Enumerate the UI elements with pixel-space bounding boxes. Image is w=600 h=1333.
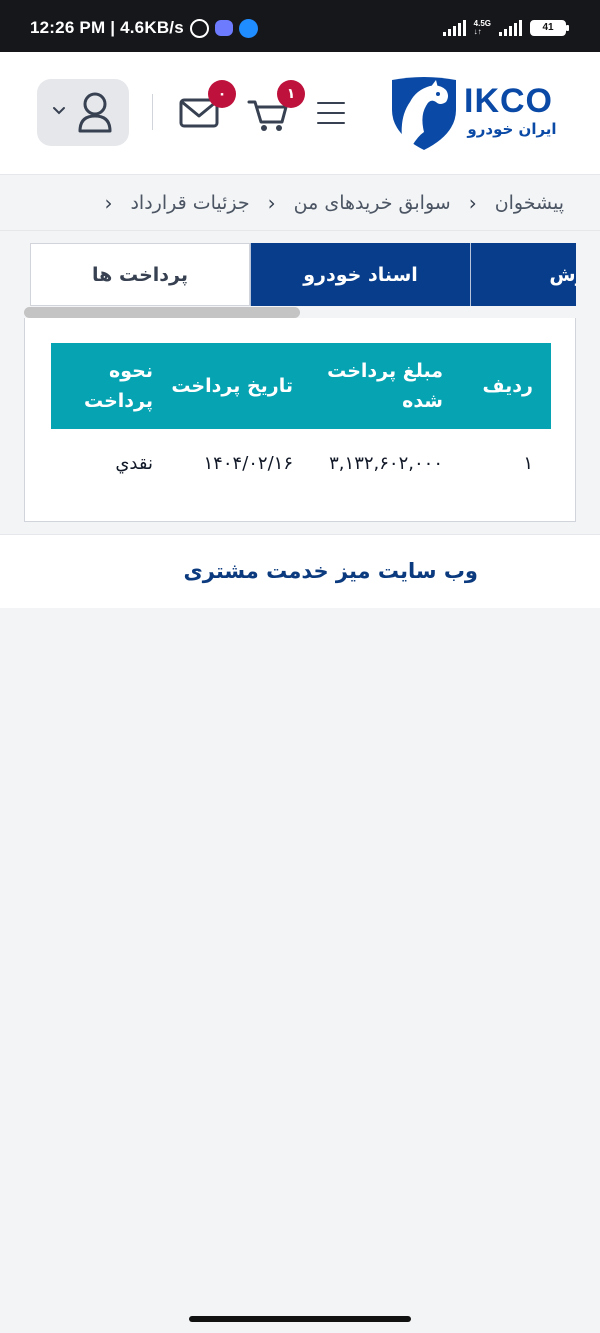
tabs-container: فروش اسناد خودرو پرداخت ها — [24, 243, 576, 307]
tab-sales[interactable]: فروش — [470, 243, 576, 306]
cell-payment-date: ۱۴۰۴/۰۲/۱۶ — [203, 452, 293, 474]
ikco-logo[interactable]: IKCO ایران خودرو — [390, 76, 560, 152]
user-menu-graphic — [53, 92, 112, 133]
cell-row-number: ۱ — [523, 452, 533, 474]
signal-icon — [442, 20, 466, 36]
table-row: ۱ ۳,۱۳۲,۶۰۲,۰۰۰ ۱۴۰۴/۰۲/۱۶ نقدي — [51, 429, 551, 497]
chevron-left-icon: ‹ — [267, 190, 276, 215]
breadcrumb: پیشخوان ‹ سوابق خریدهای من ‹ جزئیات قرار… — [0, 175, 600, 231]
tab-vehicle-documents[interactable]: اسناد خودرو — [250, 243, 470, 306]
message-app-icon — [214, 20, 233, 36]
tab-payments-label: پرداخت ها — [92, 263, 188, 286]
status-right: 4.5G ↓↑ 41 — [442, 19, 569, 36]
table-header: ردیف مبلغ پرداخت شده تاریخ پرداخت نحوه پ… — [51, 343, 551, 429]
menu-button[interactable] — [312, 100, 350, 126]
status-bar: 12:26 PM | 4.6KB/s 4.5G ↓↑ 41 — [0, 0, 600, 52]
cell-amount-paid: ۳,۱۳۲,۶۰۲,۰۰۰ — [329, 452, 443, 474]
tabs-scrollbar[interactable] — [24, 306, 576, 318]
cart-button[interactable]: ۱ — [246, 80, 305, 134]
cell-payment-method: نقدي — [115, 452, 153, 474]
header-amount-paid: مبلغ پرداخت شده — [327, 360, 443, 412]
alarm-icon — [189, 18, 209, 38]
call-app-icon — [238, 18, 258, 38]
network-type: 4.5G ↓↑ — [473, 19, 491, 36]
status-time-speed: 12:26 PM | 4.6KB/s — [30, 18, 184, 37]
chevron-left-icon: ‹ — [468, 190, 477, 215]
home-indicator[interactable] — [189, 1316, 411, 1322]
breadcrumb-contract-details: جزئیات قرارداد — [130, 191, 250, 214]
logo-wordmark-fa: ایران خودرو — [467, 120, 557, 138]
battery-indicator: 41 — [530, 20, 569, 36]
footer: وب سایت میز خدمت مشتری — [0, 534, 600, 608]
scrollbar-thumb[interactable] — [24, 307, 300, 318]
chevron-left-icon: ‹ — [104, 190, 113, 215]
app-header: IKCO ایران خودرو ۱ ۰ — [0, 52, 600, 175]
user-menu-button[interactable] — [37, 79, 129, 146]
tab-sales-label: فروش — [549, 263, 576, 286]
signal-icon-2 — [499, 20, 522, 36]
cart-badge: ۱ — [277, 80, 305, 108]
status-left: 12:26 PM | 4.6KB/s — [30, 18, 258, 38]
tab-vehicle-documents-label: اسناد خودرو — [303, 263, 418, 286]
tab-strip: فروش اسناد خودرو پرداخت ها — [30, 243, 576, 306]
breadcrumb-dashboard[interactable]: پیشخوان — [495, 192, 564, 214]
chevron-down-icon — [53, 107, 65, 115]
header-payment-date: تاریخ پرداخت — [171, 375, 293, 397]
logo-wordmark: IKCO — [464, 82, 553, 120]
user-icon — [78, 92, 112, 133]
header-payment-method: نحوه پرداخت — [83, 360, 153, 412]
customer-service-website-link[interactable]: وب سایت میز خدمت مشتری — [184, 559, 478, 583]
breadcrumb-purchase-history[interactable]: سوابق خریدهای من — [294, 192, 451, 214]
header-row-number: ردیف — [482, 375, 533, 397]
messages-badge: ۰ — [208, 80, 236, 108]
messages-button[interactable]: ۰ — [178, 80, 236, 134]
payments-table: ردیف مبلغ پرداخت شده تاریخ پرداخت نحوه پ… — [51, 343, 551, 497]
payments-panel: ردیف مبلغ پرداخت شده تاریخ پرداخت نحوه پ… — [24, 318, 576, 522]
header-divider — [152, 94, 153, 130]
tab-payments[interactable]: پرداخت ها — [30, 243, 250, 306]
